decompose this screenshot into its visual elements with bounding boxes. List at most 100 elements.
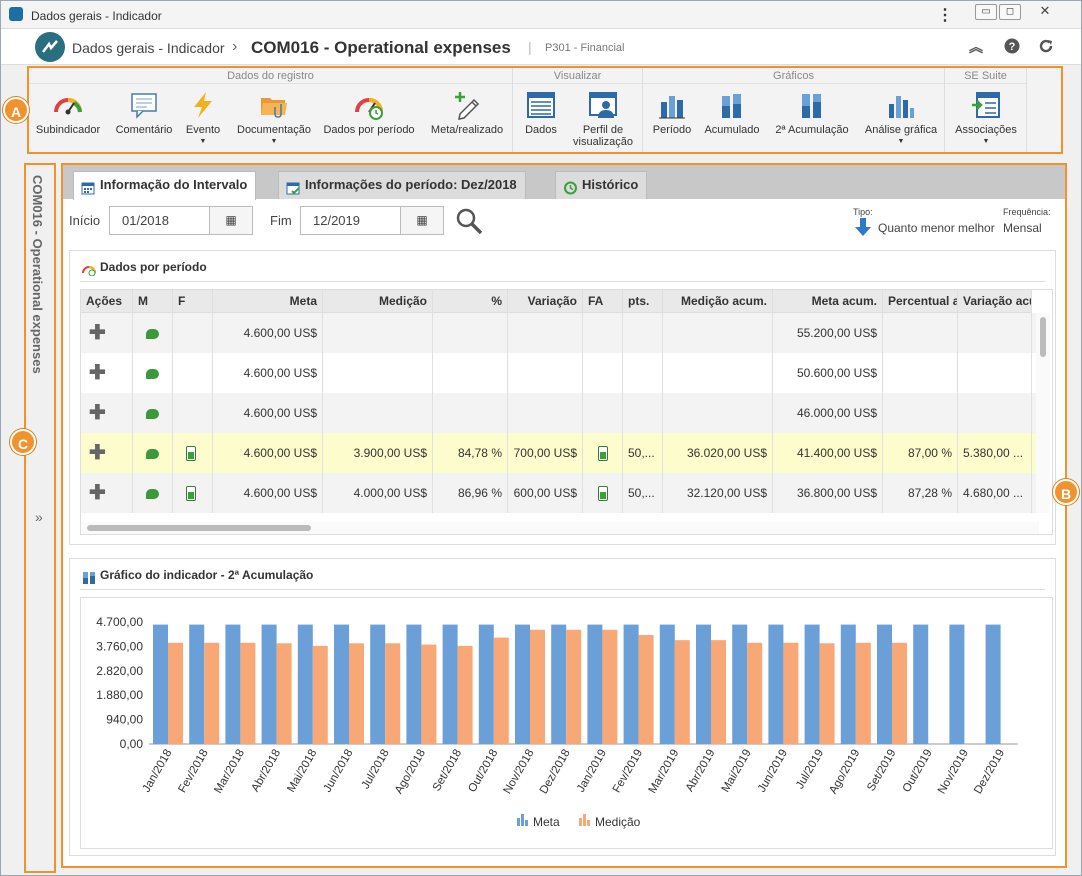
start-calendar-button[interactable]: ▦: [209, 206, 253, 235]
legend-item[interactable]: Medição: [579, 814, 641, 829]
add-icon[interactable]: ✚: [89, 402, 106, 424]
table-row[interactable]: ✚ 4.600,00 US$ 50.600,00 US$: [81, 353, 1039, 393]
column-header[interactable]: Medição: [323, 290, 433, 313]
bar-meta[interactable]: [153, 624, 168, 744]
comment-icon[interactable]: [146, 328, 159, 339]
start-date-input[interactable]: 01/2018: [109, 206, 211, 235]
bar-medicao[interactable]: [385, 643, 401, 744]
bar-meta[interactable]: [515, 624, 530, 744]
bar-medicao[interactable]: [204, 642, 220, 744]
bar-meta[interactable]: [587, 624, 603, 744]
refresh-icon[interactable]: [1037, 38, 1055, 56]
tab-informacoes-periodo[interactable]: Informações do período: Dez/2018: [278, 171, 526, 199]
bar-medicao[interactable]: [349, 643, 364, 744]
bar-medicao[interactable]: [711, 640, 726, 744]
bar-medicao[interactable]: [638, 634, 654, 744]
comment-icon[interactable]: [146, 488, 159, 499]
bar-meta[interactable]: [768, 624, 784, 744]
bar-meta[interactable]: [696, 624, 711, 744]
bar-medicao[interactable]: [421, 644, 437, 744]
horizontal-scrollbar[interactable]: [81, 522, 1039, 534]
dados-por-periodo-button[interactable]: Dados por período: [321, 90, 417, 136]
bar-meta[interactable]: [225, 624, 241, 744]
bar-medicao[interactable]: [566, 629, 582, 744]
column-header[interactable]: FA: [583, 290, 623, 313]
column-header[interactable]: Percentual a: [883, 290, 958, 313]
comment-icon[interactable]: [146, 408, 159, 419]
bar-meta[interactable]: [478, 624, 494, 744]
bar-meta[interactable]: [297, 624, 313, 744]
bar-medicao[interactable]: [855, 642, 871, 744]
documentacao-button[interactable]: Documentação ▼: [233, 90, 315, 145]
end-date-input[interactable]: 12/2019: [300, 206, 402, 235]
add-icon[interactable]: ✚: [89, 322, 106, 344]
column-header[interactable]: Meta: [213, 290, 323, 313]
comment-icon[interactable]: [146, 368, 159, 379]
comentario-button[interactable]: Comentário: [113, 90, 175, 136]
bar-meta[interactable]: [370, 624, 386, 744]
column-header[interactable]: Variação acu: [958, 290, 1032, 313]
bar-medicao[interactable]: [602, 629, 618, 744]
tab-historico[interactable]: Histórico: [555, 171, 648, 199]
add-icon[interactable]: ✚: [89, 362, 106, 384]
column-header[interactable]: pts.: [623, 290, 663, 313]
bar-meta[interactable]: [334, 624, 349, 744]
close-button[interactable]: ✕: [1025, 4, 1065, 20]
bar-meta[interactable]: [840, 624, 856, 744]
add-icon[interactable]: ✚: [89, 442, 106, 464]
bar-meta[interactable]: [442, 624, 458, 744]
end-calendar-button[interactable]: ▦: [400, 206, 444, 235]
vertical-scrollbar[interactable]: [1036, 313, 1050, 513]
bar-meta[interactable]: [406, 624, 422, 744]
column-header[interactable]: M: [133, 290, 173, 313]
tab-informacao-intervalo[interactable]: Informação do Intervalo: [73, 171, 257, 200]
dados-button[interactable]: Dados: [519, 90, 563, 136]
expand-panel-button[interactable]: »: [35, 509, 43, 525]
perfil-visualizacao-button[interactable]: Perfil de visualização: [567, 90, 639, 148]
bar-meta[interactable]: [623, 624, 639, 744]
vertical-scroll-thumb[interactable]: [1040, 317, 1046, 357]
breadcrumb[interactable]: Dados gerais - Indicador: [72, 40, 225, 56]
help-icon[interactable]: ?: [1003, 38, 1021, 56]
column-header[interactable]: %: [433, 290, 508, 313]
bar-medicao[interactable]: [892, 642, 907, 744]
bar-medicao[interactable]: [240, 642, 256, 744]
meta-realizado-button[interactable]: Meta/realizado: [425, 90, 509, 136]
bar-medicao[interactable]: [674, 640, 690, 744]
bar-medicao[interactable]: [168, 642, 183, 744]
column-header[interactable]: Medição acum.: [663, 290, 773, 313]
bar-meta[interactable]: [189, 624, 205, 744]
column-header[interactable]: Ações: [81, 290, 133, 313]
subindicador-button[interactable]: Subindicador: [35, 90, 101, 136]
bar-meta[interactable]: [949, 624, 965, 744]
legend-item[interactable]: Meta: [517, 814, 560, 829]
associacoes-button[interactable]: Associações ▼: [949, 90, 1023, 145]
bar-medicao[interactable]: [819, 643, 835, 744]
bar-medicao[interactable]: [530, 629, 545, 744]
bar-meta[interactable]: [551, 624, 567, 744]
table-row[interactable]: ✚ 4.600,00 US$ 46.000,00 US$: [81, 393, 1039, 433]
segunda-acumulacao-button[interactable]: 2ª Acumulação: [767, 90, 857, 136]
bar-medicao[interactable]: [276, 643, 292, 744]
table-row[interactable]: ✚ 4.600,00 US$ 4.000,00 US$ 86,96 % 600,00 U…: [81, 473, 1039, 513]
bar-meta[interactable]: [732, 624, 748, 744]
bar-medicao[interactable]: [783, 642, 799, 744]
horizontal-scroll-thumb[interactable]: [87, 525, 311, 531]
collapse-icon[interactable]: ︽: [967, 38, 985, 56]
column-header[interactable]: Meta acum.: [773, 290, 883, 313]
table-row[interactable]: ✚ 4.600,00 US$ 3.900,00 US$ 84,78 % 700,00 U…: [81, 433, 1039, 473]
periodo-button[interactable]: Período: [647, 90, 697, 136]
comment-icon[interactable]: [146, 448, 159, 459]
acumulado-button[interactable]: Acumulado: [701, 90, 763, 136]
table-row[interactable]: ✚ 4.600,00 US$ 55.200,00 US$: [81, 313, 1039, 353]
bar-medicao[interactable]: [493, 637, 509, 744]
analise-grafica-button[interactable]: Análise gráfica ▼: [861, 90, 941, 145]
maximize-button[interactable]: ◻: [999, 4, 1021, 20]
more-options-icon[interactable]: ⋮: [937, 5, 953, 25]
bar-medicao[interactable]: [312, 645, 328, 744]
bar-meta[interactable]: [804, 624, 820, 744]
search-icon[interactable]: [455, 207, 483, 238]
minimize-button[interactable]: ▭: [975, 4, 997, 20]
bar-meta[interactable]: [985, 624, 1001, 744]
bar-medicao[interactable]: [457, 645, 473, 744]
